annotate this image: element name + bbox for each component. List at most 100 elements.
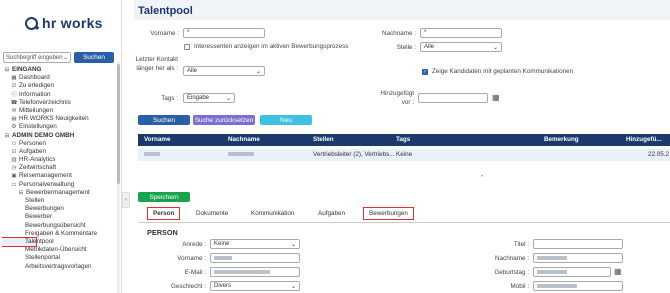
col-nachname[interactable]: Nachname — [228, 134, 260, 146]
sidebar-item-stellen[interactable]: Stellen — [2, 197, 117, 205]
col-tags[interactable]: Tags — [396, 134, 410, 146]
zeige-label: Zeige Kandidaten mit geplanten Kommunika… — [432, 68, 574, 75]
sidebar-item-label: EINGANG — [12, 66, 42, 73]
sidebar-item-freigaben-kommentare[interactable]: Freigaben & Kommentare — [2, 230, 117, 238]
logo-icon — [25, 16, 38, 30]
sidebar-item-admin-demo-gmbh[interactable]: ⊟ ADMIN DEMO GMBH — [2, 132, 117, 140]
page-title: Talentpool — [138, 5, 193, 17]
tab-dokumente[interactable]: Dokumente — [196, 210, 228, 217]
tags-select[interactable]: Eingabe ⌄ — [183, 93, 235, 103]
chevron-up-icon[interactable]: ⌃ — [479, 174, 485, 182]
hinzugefuegt-label: Hinzugefügt vor : — [380, 90, 414, 106]
table-header: Vorname Nachname Stellen Tags Bemerkung … — [138, 134, 670, 146]
suchen-button[interactable]: Suchen — [138, 115, 190, 125]
collapse-sidebar-button[interactable]: ‹ — [122, 192, 130, 208]
calendar-icon[interactable]: ▦ — [492, 93, 500, 102]
row-stellen: Vertriebsleiter (2), Vertriebs... — [313, 151, 395, 158]
email-label: E-Mail : — [184, 269, 206, 276]
sidebar-item-telefonverzeichnis[interactable]: ☎ Telefonverzeichnis — [2, 99, 117, 107]
person-section-title: PERSON — [147, 228, 178, 237]
sidebar-scrollbar[interactable] — [117, 62, 120, 293]
tab-bewerbungen[interactable]: Bewerbungen — [363, 207, 414, 220]
mobil-label: Mobil : — [510, 283, 529, 290]
interessenten-checkbox[interactable] — [184, 44, 190, 50]
email-input[interactable] — [210, 267, 300, 277]
sidebar-item-label: Bewerbermanagement — [26, 188, 90, 196]
tab-person[interactable]: Person — [146, 207, 181, 220]
sidebar-item-reisemanagement[interactable]: ▣ Reisemanagement — [2, 172, 117, 180]
sidebar-item-talentpool[interactable]: Talentpool — [2, 236, 54, 248]
stelle-value: Alle — [424, 44, 435, 50]
titel-input[interactable] — [533, 239, 623, 249]
sidebar-item-bewerbermanagement[interactable]: ⊟ Bewerbermanagement — [2, 189, 117, 197]
new-button[interactable]: Neu — [260, 115, 312, 125]
zeige-checkbox[interactable]: ✓ — [422, 69, 428, 75]
sidebar-item-bewerber[interactable]: Bewerber — [2, 213, 117, 221]
sidebar-item-label: HR-Analytics — [19, 156, 56, 164]
sidebar-item-eingang[interactable]: ⊟ EINGANG — [2, 66, 117, 74]
sidebar-item-hr-analytics[interactable]: ▥ HR-Analytics — [2, 156, 117, 164]
sidebar-item-label: Zu erledigen — [19, 82, 55, 90]
sidebar-item-einstellungen[interactable]: ⚙ Einstellungen — [2, 123, 117, 131]
person-vorname-input[interactable] — [210, 253, 300, 263]
col-bemerkung[interactable]: Bemerkung — [544, 134, 579, 146]
message-icon: ✉ — [11, 107, 17, 114]
sidebar-item-information[interactable]: ⓘ Information — [2, 91, 117, 99]
sidebar-item-label: Personen — [19, 139, 46, 147]
anrede-select[interactable]: Keine ⌄ — [210, 239, 300, 249]
col-stellen[interactable]: Stellen — [313, 134, 334, 146]
kontakt-select[interactable]: Alle ⌄ — [183, 66, 265, 76]
vorname-input[interactable]: * — [183, 28, 265, 38]
sidebar-item-arbeitsvertragsvorlagen[interactable]: Arbeitsvertragsvorlagen — [2, 263, 117, 271]
sidebar-item-zeitwirtschaft[interactable]: ◷ Zeitwirtschaft — [2, 164, 117, 172]
geschlecht-select[interactable]: Divers ⌄ — [210, 281, 300, 291]
geburtstag-input[interactable] — [533, 267, 611, 277]
search-select[interactable]: Suchbegriff eingeben ⌄ — [3, 52, 71, 63]
sidebar-item-label: Dashboard — [19, 74, 50, 82]
people-icon: ⚇ — [11, 140, 17, 147]
save-button[interactable]: Speichern — [138, 192, 190, 202]
sidebar-item-label: HR WORKS Neuigkeiten — [19, 115, 89, 123]
table-row[interactable]: Vertriebsleiter (2), Vertriebs... Keine … — [138, 149, 670, 161]
tags-label: Tags : — [161, 95, 178, 102]
sidebar-item-label: Aufgaben — [19, 147, 46, 155]
sidebar-item-stellenportal[interactable]: Stellenportal — [2, 254, 117, 262]
tab-aufgaben[interactable]: Aufgaben — [318, 210, 345, 217]
sidebar-item-personalverwaltung[interactable]: ▭ Personalverwaltung — [2, 181, 117, 189]
calendar-icon[interactable]: ▦ — [614, 267, 622, 276]
sidebar-item-label: ADMIN DEMO GMBH — [12, 131, 75, 139]
sidebar-item-personen[interactable]: ⚇ Personen — [2, 140, 117, 148]
person-nachname-label: Nachname : — [495, 255, 529, 262]
sidebar-item-metrikdaten-übersicht[interactable]: Metrikdaten-Übersicht — [2, 246, 117, 254]
clock-icon: ◷ — [11, 165, 17, 172]
tab-kommunikation[interactable]: Kommunikation — [251, 210, 294, 217]
anrede-label: Anrede : — [182, 241, 206, 248]
sidebar-item-mitteilungen[interactable]: ✉ Mitteilungen — [2, 107, 117, 115]
sidebar-item-label: Einstellungen — [19, 123, 57, 131]
row-nachname-redacted — [228, 149, 254, 161]
sidebar-item-dashboard[interactable]: ▦ Dashboard — [2, 74, 117, 82]
sidebar-item-label: Freigaben & Kommentare — [25, 229, 98, 237]
mobil-input[interactable] — [533, 281, 623, 291]
sidebar-item-bewerbungsübersicht[interactable]: Bewerbungsübersicht — [2, 222, 117, 230]
reset-search-button[interactable]: Suche zurücksetzen — [193, 115, 255, 125]
stelle-label: Stelle : — [396, 44, 416, 51]
hinzugefuegt-input[interactable] — [418, 93, 488, 103]
col-vorname[interactable]: Vorname — [144, 134, 170, 146]
task-icon: ☑ — [11, 148, 17, 155]
geburtstag-label: Geburtstag : — [494, 269, 529, 276]
nachname-input[interactable]: * — [420, 28, 502, 38]
col-hinzugefuegt[interactable]: Hinzugefü... — [626, 134, 662, 146]
stelle-select[interactable]: Alle ⌄ — [420, 42, 502, 52]
sidebar-item-zu-erledigen[interactable]: ☑ Zu erledigen — [2, 82, 117, 90]
person-nachname-input[interactable] — [533, 253, 623, 263]
news-icon: ▤ — [11, 116, 17, 123]
sidebar-item-label: Talentpool — [25, 237, 54, 245]
sidebar-item-aufgaben[interactable]: ☑ Aufgaben — [2, 148, 117, 156]
minus-icon: ⊟ — [4, 67, 10, 73]
sidebar-search: Suchbegriff eingeben ⌄ Suchen — [3, 52, 114, 63]
sidebar-search-button[interactable]: Suchen — [74, 52, 114, 63]
sidebar-item-bewerbungen[interactable]: Bewerbungen — [2, 205, 117, 213]
sidebar-item-hr-works-neuigkeiten[interactable]: ▤ HR WORKS Neuigkeiten — [2, 115, 117, 123]
sidebar-item-label: Mitteilungen — [19, 106, 53, 114]
